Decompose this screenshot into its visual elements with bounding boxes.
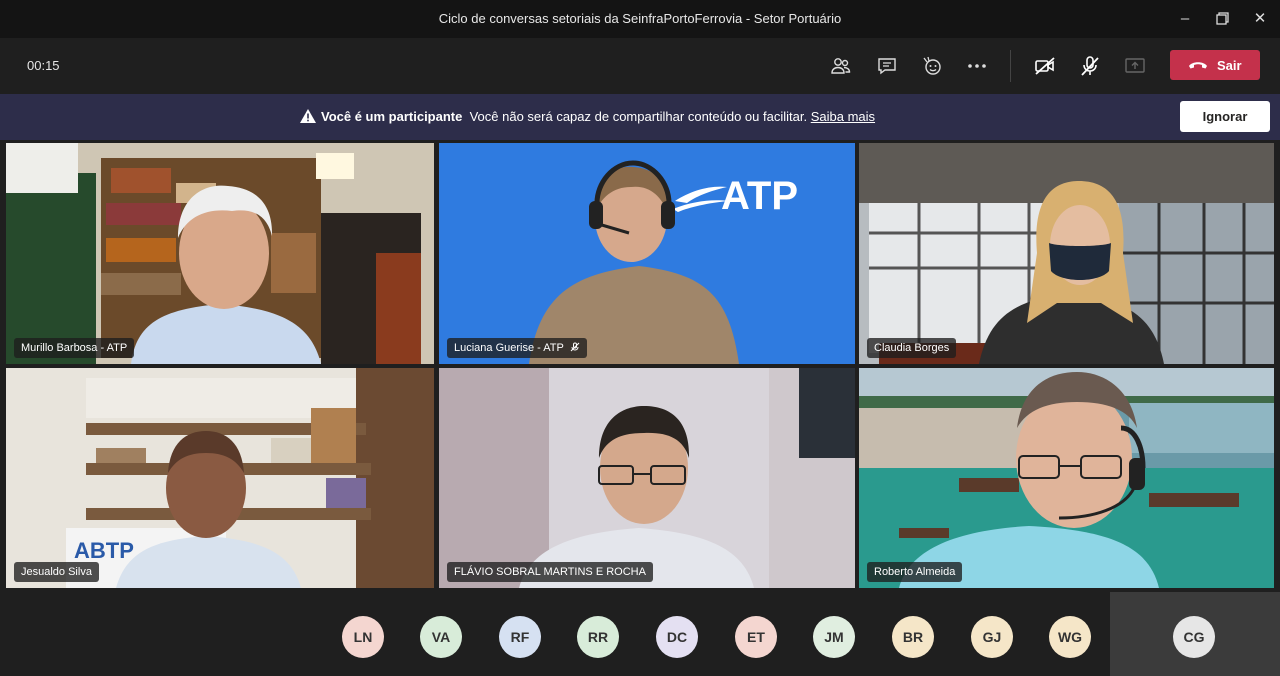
participant-name: Claudia Borges — [874, 342, 950, 354]
avatar-initials: CG — [1183, 629, 1205, 645]
atp-logo-text: ATP — [721, 174, 798, 218]
avatar[interactable]: WG — [1049, 616, 1091, 658]
minimize-icon[interactable]: – — [1174, 8, 1196, 30]
mic-muted-icon — [570, 342, 580, 352]
video-feed: ABTP — [6, 368, 434, 588]
avatar[interactable]: VA — [420, 616, 462, 658]
warning-icon — [300, 109, 316, 123]
participant-name-tag: Luciana Guerise - ATP — [447, 338, 587, 358]
participant-name: Murillo Barbosa - ATP — [21, 342, 128, 354]
video-tile[interactable]: Claudia Borges — [859, 143, 1274, 364]
avatar-initials: RF — [510, 629, 530, 645]
avatar[interactable]: ET — [735, 616, 777, 658]
hang-up-icon — [1189, 62, 1207, 69]
participant-name-tag: FLÁVIO SOBRAL MARTINS E ROCHA — [447, 562, 653, 582]
avatar[interactable]: GJ — [971, 616, 1013, 658]
participant-roster: LN VA RF RR DC ET JM BR GJ WG CG — [0, 592, 1280, 676]
video-feed — [859, 368, 1274, 588]
video-grid: Murillo Barbosa - ATP ATP Luciana Gueris… — [0, 140, 1280, 592]
avatar[interactable]: RR — [577, 616, 619, 658]
video-tile[interactable]: FLÁVIO SOBRAL MARTINS E ROCHA — [439, 368, 855, 588]
title-bar: Ciclo de conversas setoriais da SeinfraP… — [0, 0, 1280, 38]
abtp-logo-text: ABTP — [74, 538, 134, 563]
avatar-initials: WG — [1057, 629, 1083, 645]
participant-name: Jesualdo Silva — [21, 566, 92, 578]
meeting-toolbar: 00:15 Sair — [0, 38, 1280, 94]
close-icon[interactable]: ✕ — [1249, 8, 1271, 30]
mic-off-icon[interactable] — [1078, 54, 1102, 78]
participant-name: Roberto Almeida — [874, 566, 956, 578]
participant-banner: Você é um participante Você não será cap… — [0, 94, 1280, 140]
video-tile[interactable]: Murillo Barbosa - ATP — [6, 143, 434, 364]
video-feed — [6, 143, 434, 364]
avatar-initials: JM — [824, 629, 844, 645]
avatar-initials: ET — [747, 629, 765, 645]
learn-more-link[interactable]: Saiba mais — [811, 109, 875, 124]
video-feed — [439, 368, 855, 588]
participant-name: Luciana Guerise - ATP — [454, 342, 564, 354]
video-feed — [859, 143, 1274, 364]
video-tile[interactable]: Roberto Almeida — [859, 368, 1274, 588]
avatar-initials: BR — [902, 629, 924, 645]
ignore-button[interactable]: Ignorar — [1180, 101, 1270, 132]
avatar[interactable]: DC — [656, 616, 698, 658]
avatar[interactable]: JM — [813, 616, 855, 658]
avatar-initials: GJ — [982, 629, 1002, 645]
banner-text: Você não será capaz de compartilhar cont… — [469, 109, 808, 124]
avatar-initials: DC — [666, 629, 688, 645]
camera-off-icon[interactable] — [1033, 54, 1057, 78]
leave-label: Sair — [1217, 58, 1242, 73]
avatar[interactable]: BR — [892, 616, 934, 658]
video-feed: ATP — [439, 143, 855, 364]
chat-icon[interactable] — [875, 54, 899, 78]
meeting-timer: 00:15 — [27, 58, 60, 73]
leave-button[interactable]: Sair — [1170, 50, 1260, 80]
participant-name-tag: Roberto Almeida — [867, 562, 963, 582]
participant-name-tag: Jesualdo Silva — [14, 562, 99, 582]
toolbar-divider — [1010, 50, 1011, 82]
avatar-initials: LN — [353, 629, 373, 645]
participant-name: FLÁVIO SOBRAL MARTINS E ROCHA — [454, 566, 646, 578]
video-tile[interactable]: ATP Luciana Guerise - ATP — [439, 143, 855, 364]
banner-message: Você é um participante Você não será cap… — [300, 109, 875, 124]
avatar[interactable]: CG — [1173, 616, 1215, 658]
avatar[interactable]: LN — [342, 616, 384, 658]
maximize-icon[interactable] — [1211, 8, 1233, 30]
share-screen-icon[interactable] — [1123, 54, 1147, 78]
reactions-icon[interactable] — [920, 54, 944, 78]
participant-name-tag: Claudia Borges — [867, 338, 957, 358]
participants-icon[interactable] — [829, 54, 853, 78]
window-title: Ciclo de conversas setoriais da SeinfraP… — [438, 11, 842, 26]
video-tile[interactable]: ABTP Jesualdo Silva — [6, 368, 434, 588]
avatar-initials: VA — [431, 629, 451, 645]
banner-bold-text: Você é um participante — [321, 109, 463, 124]
more-options-icon[interactable] — [965, 54, 989, 78]
avatar[interactable]: RF — [499, 616, 541, 658]
avatar-initials: RR — [587, 629, 609, 645]
participant-name-tag: Murillo Barbosa - ATP — [14, 338, 135, 358]
